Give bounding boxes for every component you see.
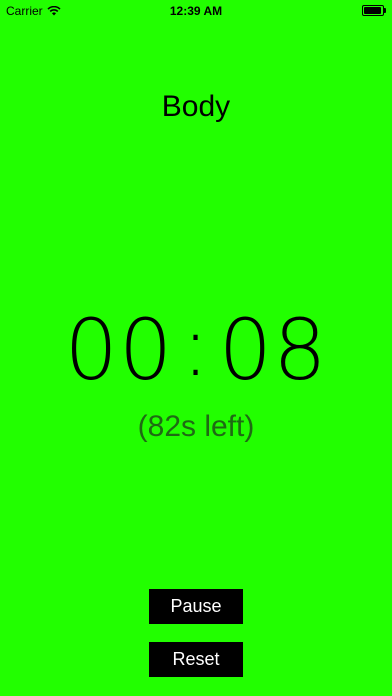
- timer-minutes: 00: [64, 301, 174, 399]
- status-bar: Carrier 12:39 AM: [0, 0, 392, 22]
- timer-seconds: 08: [218, 301, 328, 399]
- workout-title: Body: [161, 90, 231, 123]
- time-remaining-label: (82s left): [137, 410, 255, 443]
- reset-button[interactable]: Reset: [149, 642, 243, 677]
- timer-display: 00 : 08: [0, 300, 392, 400]
- battery-icon: [362, 5, 386, 16]
- pause-button[interactable]: Pause: [149, 589, 243, 624]
- status-time: 12:39 AM: [169, 4, 223, 18]
- timer-separator: :: [181, 297, 211, 395]
